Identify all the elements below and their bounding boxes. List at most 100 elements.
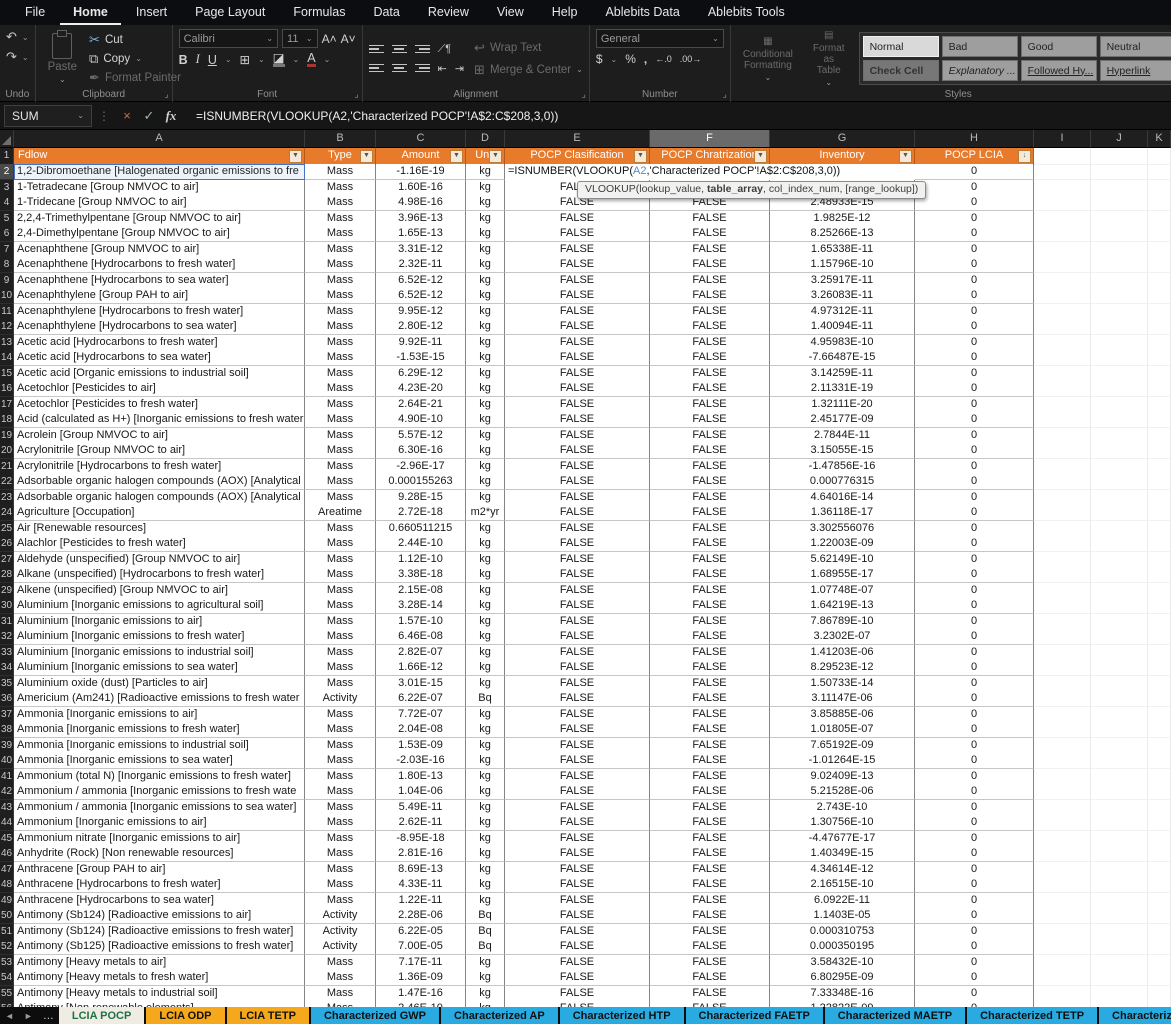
- cell-pocp-lcia[interactable]: 0: [915, 319, 1034, 335]
- cell-style-check-cell[interactable]: Check Cell: [863, 60, 939, 81]
- cell-type[interactable]: Mass: [305, 288, 376, 304]
- empty-cell[interactable]: [1091, 335, 1148, 351]
- empty-cell[interactable]: [1034, 319, 1091, 335]
- empty-cell[interactable]: [1091, 908, 1148, 924]
- cell-amount[interactable]: 4.33E-11: [376, 877, 466, 893]
- row-header-52[interactable]: 52: [0, 939, 14, 955]
- cell-pocp-chratrization[interactable]: FALSE: [650, 319, 770, 335]
- cell-unit[interactable]: kg: [466, 257, 505, 273]
- cell-flow[interactable]: Acrylonitrile [Hydrocarbons to fresh wat…: [14, 459, 305, 475]
- cell-flow[interactable]: Antimony [Heavy metals to fresh water]: [14, 970, 305, 986]
- empty-cell[interactable]: [1091, 195, 1148, 211]
- cell-flow[interactable]: 1-Tridecane [Group NMVOC to air]: [14, 195, 305, 211]
- empty-cell[interactable]: [1148, 412, 1171, 428]
- format-as-table-button[interactable]: ▤ Format as Table⌄: [807, 30, 851, 87]
- cell-inventory[interactable]: 3.15055E-15: [770, 443, 915, 459]
- cell-pocp-chratrization[interactable]: FALSE: [650, 257, 770, 273]
- empty-cell[interactable]: [1091, 505, 1148, 521]
- cell-pocp-lcia[interactable]: 0: [915, 443, 1034, 459]
- cell-pocp-chratrization[interactable]: FALSE: [650, 753, 770, 769]
- cell-unit[interactable]: kg: [466, 443, 505, 459]
- cell-type[interactable]: Mass: [305, 164, 376, 180]
- menu-tab-ablebits-data[interactable]: Ablebits Data: [592, 0, 692, 25]
- empty-cell[interactable]: [1091, 877, 1148, 893]
- cell-inventory[interactable]: 1.1403E-05: [770, 908, 915, 924]
- cell-unit[interactable]: kg: [466, 459, 505, 475]
- cell-inventory[interactable]: 1.40349E-15: [770, 846, 915, 862]
- align-right-button[interactable]: [415, 62, 430, 75]
- cell-inventory[interactable]: 2.45177E-09: [770, 412, 915, 428]
- column-header-J[interactable]: J: [1091, 130, 1148, 148]
- cell-pocp-lcia[interactable]: 0: [915, 645, 1034, 661]
- insert-function-icon[interactable]: fx: [160, 108, 182, 124]
- cut-button[interactable]: ✂Cut: [89, 32, 181, 48]
- cell-pocp-chratrization[interactable]: FALSE: [650, 350, 770, 366]
- empty-cell[interactable]: [1034, 211, 1091, 227]
- cell-inventory[interactable]: 0.000776315: [770, 474, 915, 490]
- empty-cell[interactable]: [1034, 738, 1091, 754]
- empty-cell[interactable]: [1034, 877, 1091, 893]
- cell-pocp-chratrization[interactable]: FALSE: [650, 831, 770, 847]
- cell-type[interactable]: Mass: [305, 614, 376, 630]
- cell-pocp-clasification[interactable]: FALSE: [505, 800, 650, 816]
- column-header-K[interactable]: K: [1148, 130, 1171, 148]
- cell-pocp-chratrization[interactable]: FALSE: [650, 970, 770, 986]
- cell-type[interactable]: Mass: [305, 381, 376, 397]
- cell-pocp-lcia[interactable]: 0: [915, 195, 1034, 211]
- align-bottom-button[interactable]: [415, 43, 430, 56]
- cell-amount[interactable]: 7.17E-11: [376, 955, 466, 971]
- cell-unit[interactable]: kg: [466, 583, 505, 599]
- cell-inventory[interactable]: 0.000310753: [770, 924, 915, 940]
- empty-cell[interactable]: [1091, 211, 1148, 227]
- cell-flow[interactable]: Aldehyde (unspecified) [Group NMVOC to a…: [14, 552, 305, 568]
- row-header-40[interactable]: 40: [0, 753, 14, 769]
- empty-cell[interactable]: [1034, 242, 1091, 258]
- cell-pocp-lcia[interactable]: 0: [915, 614, 1034, 630]
- increase-decimal-button[interactable]: ←.0: [655, 54, 672, 64]
- cell-inventory[interactable]: 4.95983E-10: [770, 335, 915, 351]
- cell-pocp-lcia[interactable]: 0: [915, 521, 1034, 537]
- cell-pocp-clasification[interactable]: FALSE: [505, 753, 650, 769]
- column-header-F[interactable]: F: [650, 130, 770, 148]
- cell-flow[interactable]: Ammonium [Inorganic emissions to air]: [14, 815, 305, 831]
- cell-flow[interactable]: 2,4-Dimethylpentane [Group NMVOC to air]: [14, 226, 305, 242]
- cell-type[interactable]: Mass: [305, 319, 376, 335]
- cell-pocp-chratrization[interactable]: FALSE: [650, 598, 770, 614]
- row-header-53[interactable]: 53: [0, 955, 14, 971]
- cell-pocp-lcia[interactable]: 0: [915, 288, 1034, 304]
- empty-cell[interactable]: [1034, 474, 1091, 490]
- cell-amount[interactable]: 7.00E-05: [376, 939, 466, 955]
- empty-cell[interactable]: [1148, 583, 1171, 599]
- row-header-18[interactable]: 18: [0, 412, 14, 428]
- empty-cell[interactable]: [1148, 397, 1171, 413]
- empty-cell[interactable]: [1148, 273, 1171, 289]
- cell-type[interactable]: Mass: [305, 970, 376, 986]
- cell-unit[interactable]: kg: [466, 536, 505, 552]
- cell-unit[interactable]: kg: [466, 195, 505, 211]
- cell-unit[interactable]: kg: [466, 877, 505, 893]
- cell-pocp-chratrization[interactable]: FALSE: [650, 211, 770, 227]
- cell-flow[interactable]: Acetic acid [Hydrocarbons to sea water]: [14, 350, 305, 366]
- cell-unit[interactable]: kg: [466, 598, 505, 614]
- cell-pocp-lcia[interactable]: 0: [915, 893, 1034, 909]
- italic-button[interactable]: I: [196, 52, 200, 67]
- all-sheets-button[interactable]: …: [38, 1007, 59, 1024]
- menu-tab-help[interactable]: Help: [539, 0, 591, 25]
- wrap-text-button[interactable]: ↩Wrap Text: [474, 40, 583, 56]
- empty-cell[interactable]: [1091, 815, 1148, 831]
- cell-amount[interactable]: 2.80E-12: [376, 319, 466, 335]
- cell-type[interactable]: Mass: [305, 428, 376, 444]
- cell-pocp-clasification[interactable]: FALSE: [505, 614, 650, 630]
- cell-unit[interactable]: kg: [466, 242, 505, 258]
- empty-cell[interactable]: [1148, 939, 1171, 955]
- conditional-formatting-button[interactable]: ▦ Conditional Formatting⌄: [737, 36, 799, 82]
- cell-pocp-lcia[interactable]: 0: [915, 815, 1034, 831]
- row-header-32[interactable]: 32: [0, 629, 14, 645]
- cell-pocp-chratrization[interactable]: FALSE: [650, 552, 770, 568]
- cell-amount[interactable]: 3.31E-12: [376, 242, 466, 258]
- empty-cell[interactable]: [1034, 257, 1091, 273]
- cell-pocp-lcia[interactable]: 0: [915, 164, 1034, 180]
- cell-flow[interactable]: Aluminium [Inorganic emissions to air]: [14, 614, 305, 630]
- cell-pocp-clasification[interactable]: FALSE: [505, 908, 650, 924]
- empty-cell[interactable]: [1148, 970, 1171, 986]
